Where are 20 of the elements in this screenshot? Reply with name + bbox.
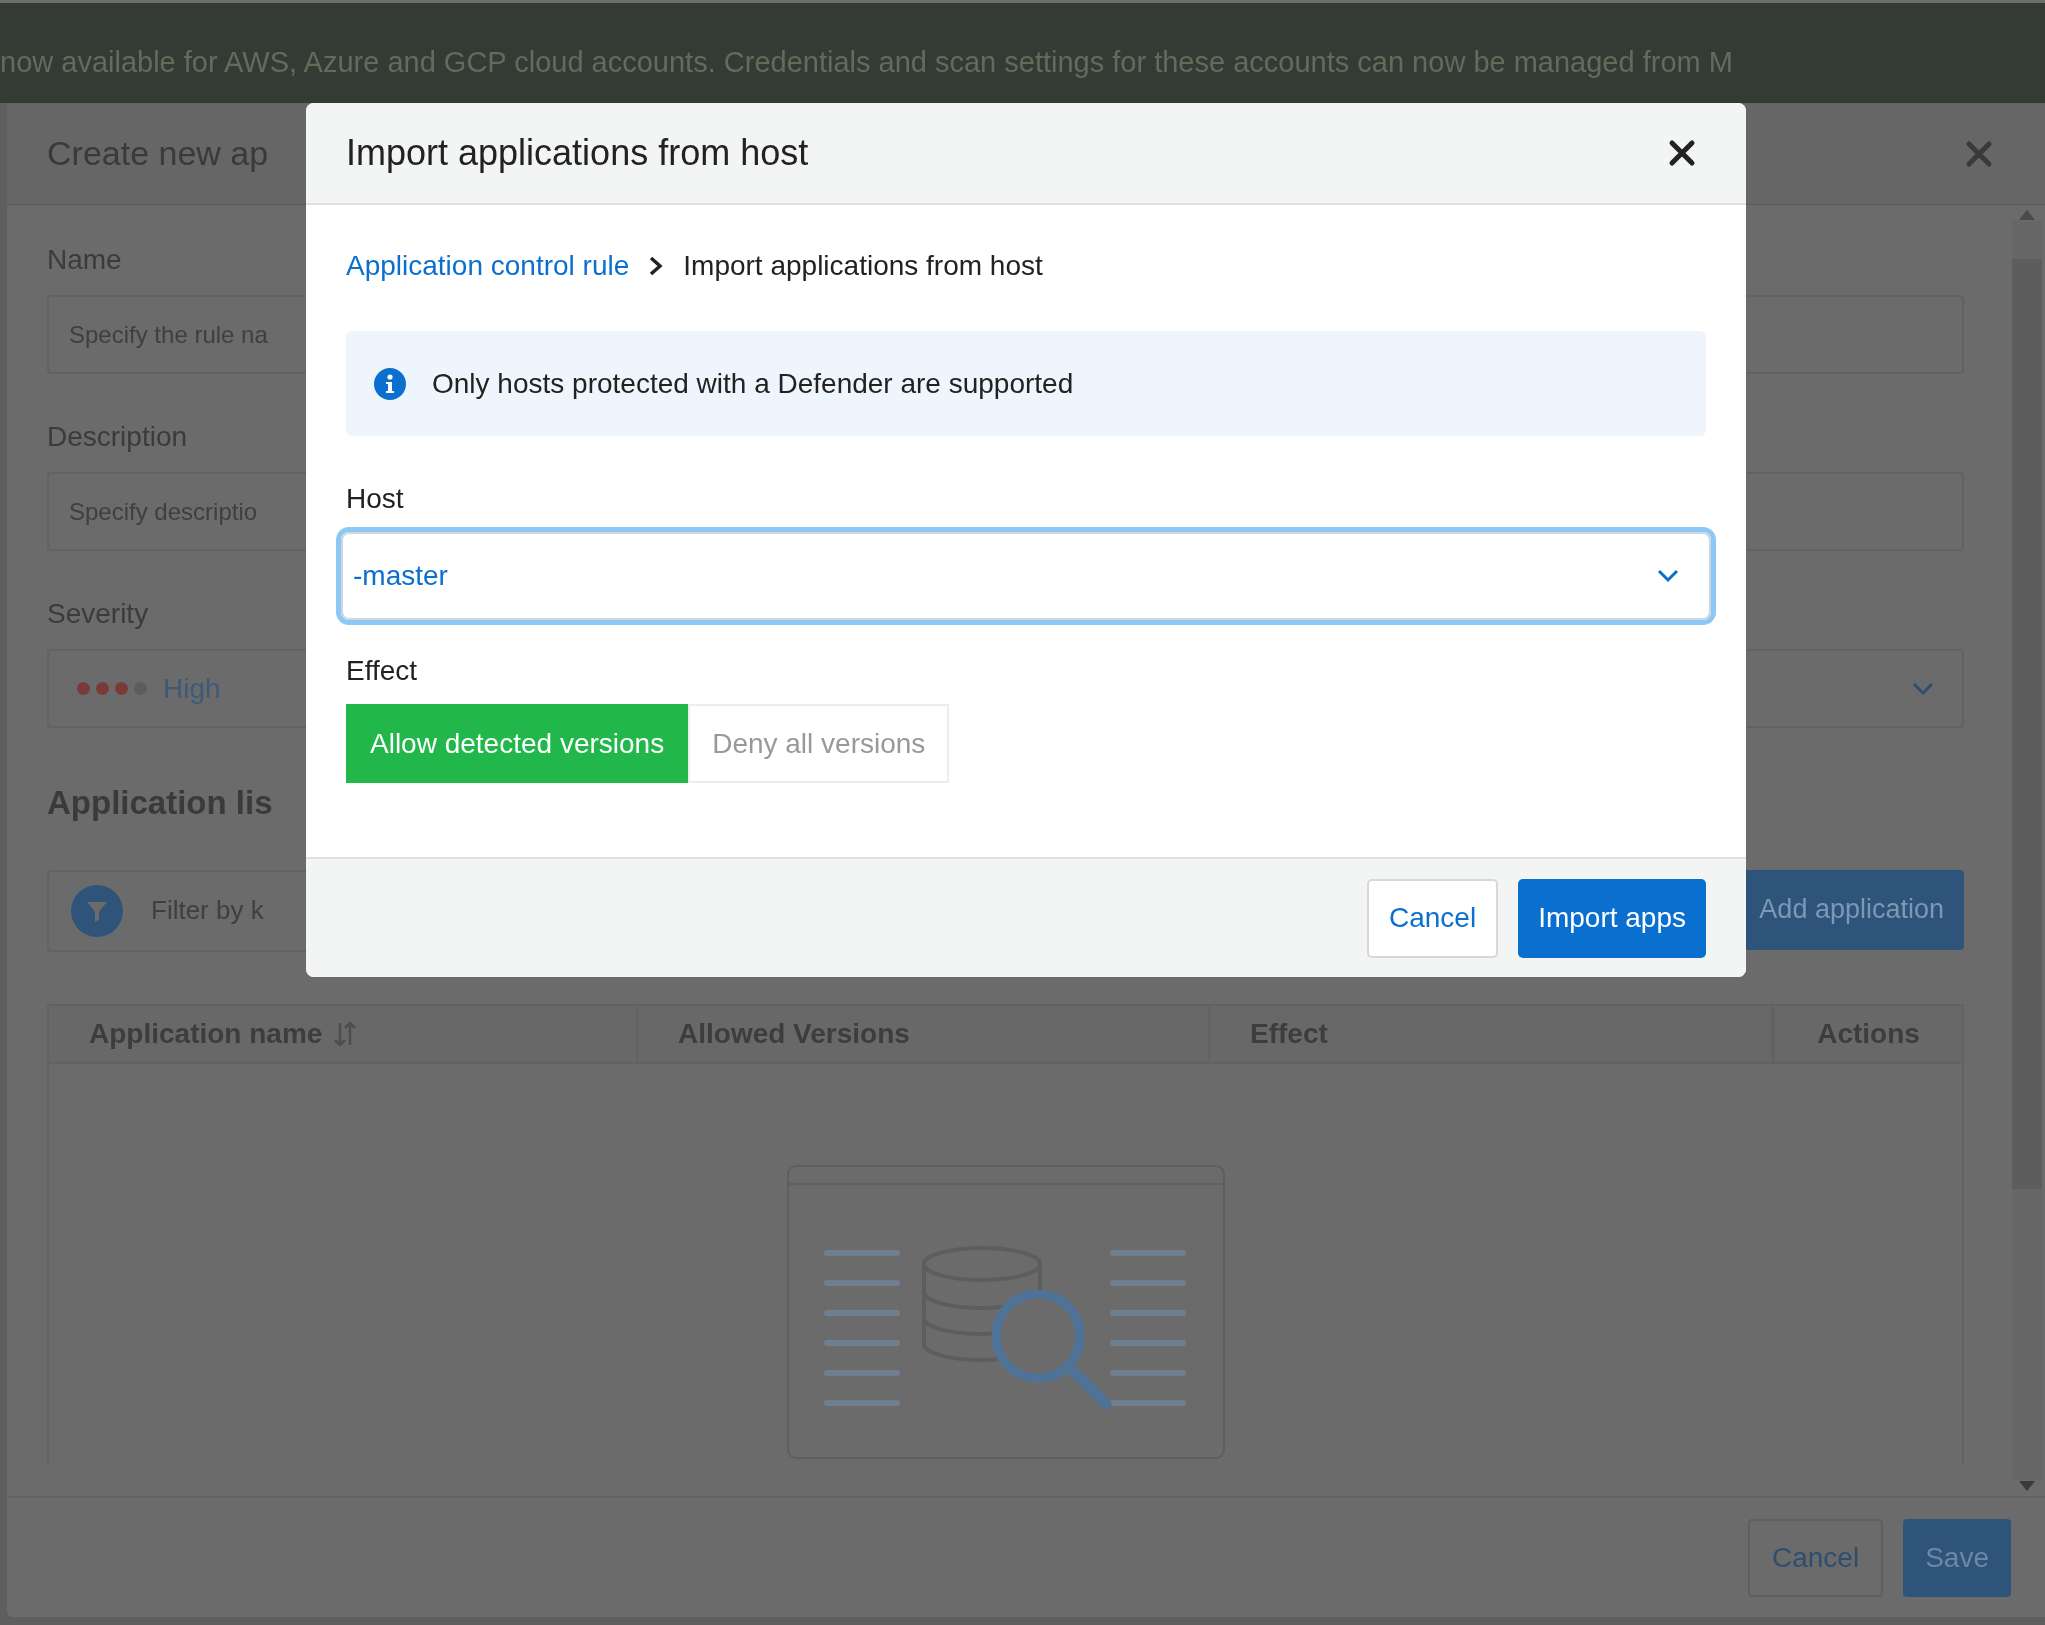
field-label: Effect — [346, 654, 418, 688]
cancel-button[interactable]: Cancel — [1366, 878, 1499, 958]
close-icon[interactable] — [1668, 139, 1696, 167]
save-button[interactable]: Save — [1903, 1518, 2011, 1597]
chevron-right-icon — [649, 256, 664, 276]
effect-option[interactable]: Allow detected versions — [346, 704, 689, 783]
chevron-down-icon — [1912, 681, 1934, 696]
dialog-title: Import applications from host — [346, 131, 809, 175]
breadcrumb-current: Import applications from host — [683, 249, 1043, 283]
filter-icon[interactable] — [71, 884, 123, 937]
chevron-down-icon — [1657, 569, 1679, 583]
breadcrumb-link[interactable]: Application control rule — [346, 245, 630, 287]
cancel-button[interactable]: Cancel — [1748, 1518, 1884, 1597]
import-button[interactable]: Import apps — [1518, 878, 1706, 958]
field-label: Host — [346, 482, 404, 516]
sort-icon[interactable] — [334, 1020, 357, 1047]
info-icon — [374, 367, 406, 400]
scrollbar[interactable] — [2011, 221, 2042, 1480]
effect-option[interactable]: Deny all versions — [688, 704, 950, 783]
info-message: Only hosts protected with a Defender are supported — [432, 366, 1074, 401]
